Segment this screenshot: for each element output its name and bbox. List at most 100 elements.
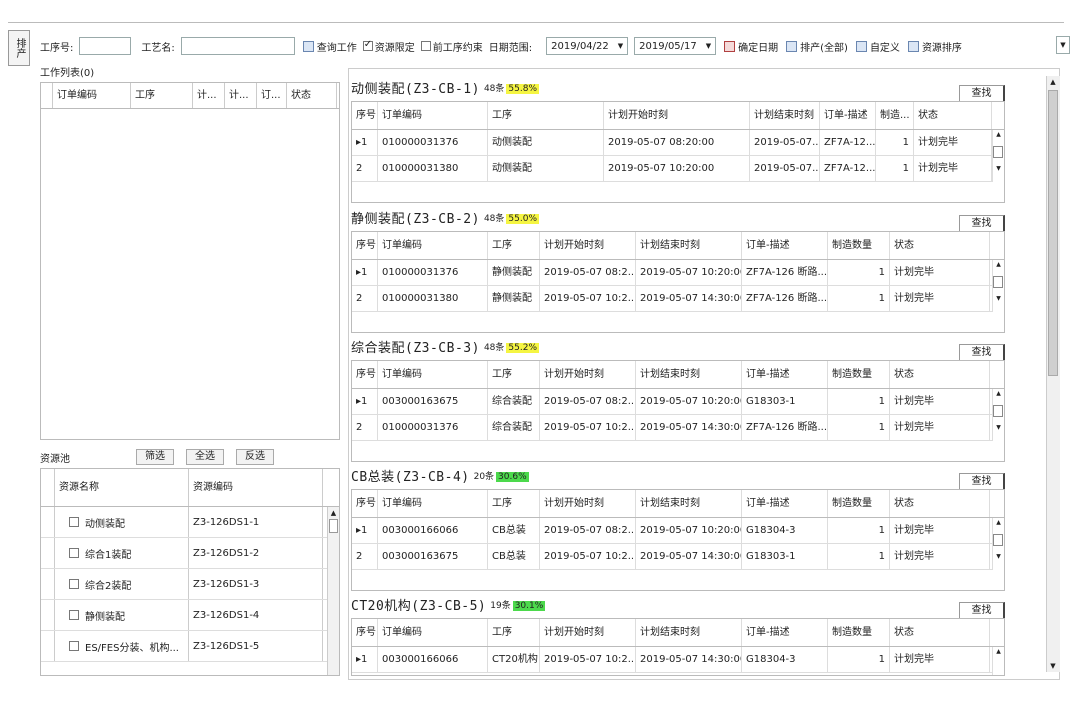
craft-input[interactable] — [180, 37, 295, 55]
worklist-col[interactable]: 计... — [193, 83, 225, 108]
select-all-button[interactable]: 全选 — [186, 449, 224, 465]
scroll-thumb[interactable] — [993, 405, 1003, 417]
column-header[interactable]: 工序 — [488, 490, 540, 517]
worklist-col[interactable]: 订... — [257, 83, 287, 108]
column-header[interactable]: 订单编码 — [378, 102, 488, 129]
column-header[interactable]: 制造数量 — [828, 232, 890, 259]
scroll-down-icon[interactable]: ▼ — [993, 423, 1004, 433]
main-scrollbar[interactable]: ▲ ▼ — [1046, 76, 1060, 672]
column-header[interactable]: 工序 — [488, 232, 540, 259]
scroll-down-icon[interactable]: ▼ — [993, 294, 1004, 304]
table-row[interactable]: ▸1 010000031376 静侧装配 2019-05-07 08:2... … — [352, 260, 1004, 286]
column-header[interactable]: 订单编码 — [378, 361, 488, 388]
table-scrollbar[interactable]: ▲ ▼ — [992, 389, 1004, 441]
table-row[interactable]: 2 010000031380 静侧装配 2019-05-07 10:2... 2… — [352, 286, 1004, 312]
table-scrollbar[interactable]: ▲ ▼ — [992, 130, 1004, 182]
worklist-col[interactable]: 工序 — [131, 83, 193, 108]
column-header[interactable]: 工序 — [488, 619, 540, 646]
filter-button[interactable]: 筛选 — [136, 449, 174, 465]
table-row[interactable]: 2 010000031376 综合装配 2019-05-07 10:2... 2… — [352, 415, 1004, 441]
resource-limit-checkbox[interactable]: 资源限定 — [362, 39, 415, 54]
row-checkbox[interactable] — [69, 517, 79, 527]
scroll-up-icon[interactable]: ▲ — [993, 647, 1004, 657]
scroll-down-icon[interactable]: ▼ — [993, 552, 1004, 562]
column-header[interactable]: 计划开始时刻 — [604, 102, 750, 129]
column-header[interactable]: 计划结束时刻 — [636, 232, 742, 259]
column-header[interactable]: 序号 — [352, 232, 378, 259]
column-header[interactable]: 计划开始时刻 — [540, 619, 636, 646]
column-header[interactable]: 制造数量 — [828, 619, 890, 646]
column-header[interactable]: 状态 — [890, 490, 990, 517]
scroll-thumb[interactable] — [993, 146, 1003, 158]
column-header[interactable]: 工序 — [488, 102, 604, 129]
column-header[interactable]: 工序 — [488, 361, 540, 388]
column-header[interactable]: 制造数量 — [828, 490, 890, 517]
op-no-input[interactable] — [79, 37, 132, 55]
scroll-thumb[interactable] — [329, 519, 338, 533]
row-checkbox[interactable] — [69, 610, 79, 620]
worklist-col[interactable]: 计... — [225, 83, 257, 108]
scroll-up-icon[interactable]: ▲ — [993, 260, 1004, 270]
pool-col-code[interactable]: 资源编码 — [189, 469, 323, 506]
column-header[interactable]: 状态 — [890, 361, 990, 388]
row-checkbox[interactable] — [69, 548, 79, 558]
pool-col-name[interactable]: 资源名称 — [55, 469, 189, 506]
pool-row[interactable]: 综合2装配 Z3-126DS1-3 — [41, 569, 339, 600]
column-header[interactable]: 计划开始时刻 — [540, 232, 636, 259]
toolbar-overflow-dropdown[interactable]: ▼ — [1056, 36, 1070, 54]
column-header[interactable]: 订单-描述 — [742, 490, 828, 517]
column-header[interactable]: 序号 — [352, 361, 378, 388]
scroll-thumb[interactable] — [993, 534, 1003, 546]
prev-constraint-checkbox[interactable]: 前工序约束 — [420, 39, 483, 54]
column-header[interactable]: 状态 — [914, 102, 992, 129]
column-header[interactable]: 订单-描述 — [820, 102, 876, 129]
column-header[interactable]: 计划结束时刻 — [750, 102, 820, 129]
table-row[interactable]: 2 010000031380 动侧装配 2019-05-07 10:20:00 … — [352, 156, 1004, 182]
scroll-up-icon[interactable]: ▲ — [1047, 76, 1059, 88]
date-from-picker[interactable]: 2019/04/22 ▼ — [546, 37, 629, 55]
column-header[interactable]: 序号 — [352, 490, 378, 517]
pool-row[interactable]: ES/FES分装、机构... Z3-126DS1-5 — [41, 631, 339, 662]
pool-row[interactable]: 综合1装配 Z3-126DS1-2 — [41, 538, 339, 569]
pool-scrollbar[interactable]: ▲ — [327, 507, 339, 675]
column-header[interactable]: 计划结束时刻 — [636, 361, 742, 388]
find-button[interactable]: 查找 — [959, 473, 1005, 490]
column-header[interactable]: 计划开始时刻 — [540, 490, 636, 517]
customize-button[interactable]: 自定义 — [855, 39, 900, 54]
column-header[interactable]: 订单-描述 — [742, 619, 828, 646]
row-checkbox[interactable] — [69, 641, 79, 651]
side-tab-schedule[interactable]: 排产 — [8, 30, 30, 66]
invert-select-button[interactable]: 反选 — [236, 449, 274, 465]
query-button[interactable]: 查询工作 — [302, 39, 357, 54]
pool-row[interactable]: 静侧装配 Z3-126DS1-4 — [41, 600, 339, 631]
resource-sort-button[interactable]: 资源排序 — [907, 39, 962, 54]
pool-row[interactable]: 动侧装配 Z3-126DS1-1 — [41, 507, 339, 538]
column-header[interactable]: 状态 — [890, 619, 990, 646]
row-checkbox[interactable] — [69, 579, 79, 589]
find-button[interactable]: 查找 — [959, 85, 1005, 102]
column-header[interactable]: 计划结束时刻 — [636, 619, 742, 646]
column-header[interactable]: 订单-描述 — [742, 361, 828, 388]
schedule-all-button[interactable]: 排产(全部) — [786, 39, 848, 54]
find-button[interactable]: 查找 — [959, 215, 1005, 232]
table-scrollbar[interactable]: ▲ — [992, 647, 1004, 675]
resource-pool-grid[interactable]: 资源名称 资源编码 动侧装配 Z3-126DS1-1 综合1装配 Z3-126D… — [40, 468, 340, 676]
table-scrollbar[interactable]: ▲ ▼ — [992, 518, 1004, 570]
column-header[interactable]: 订单-描述 — [742, 232, 828, 259]
worklist-col[interactable]: 订单编码 — [53, 83, 131, 108]
scroll-down-icon[interactable]: ▼ — [1047, 660, 1059, 672]
column-header[interactable]: 计划开始时刻 — [540, 361, 636, 388]
table-scrollbar[interactable]: ▲ ▼ — [992, 260, 1004, 312]
confirm-date-button[interactable]: 确定日期 — [724, 39, 778, 54]
table-row[interactable]: ▸1 003000163675 综合装配 2019-05-07 08:2... … — [352, 389, 1004, 415]
column-header[interactable]: 订单编码 — [378, 490, 488, 517]
column-header[interactable]: 制造数量 — [828, 361, 890, 388]
column-header[interactable]: 制造... — [876, 102, 914, 129]
table-row[interactable]: ▸1 003000166066 CB总装 2019-05-07 08:2... … — [352, 518, 1004, 544]
find-button[interactable]: 查找 — [959, 344, 1005, 361]
scroll-thumb[interactable] — [993, 276, 1003, 288]
column-header[interactable]: 状态 — [890, 232, 990, 259]
worklist-col[interactable]: 状态 — [287, 83, 337, 108]
scroll-thumb[interactable] — [1048, 90, 1058, 376]
date-to-picker[interactable]: 2019/05/17 ▼ — [634, 37, 717, 55]
